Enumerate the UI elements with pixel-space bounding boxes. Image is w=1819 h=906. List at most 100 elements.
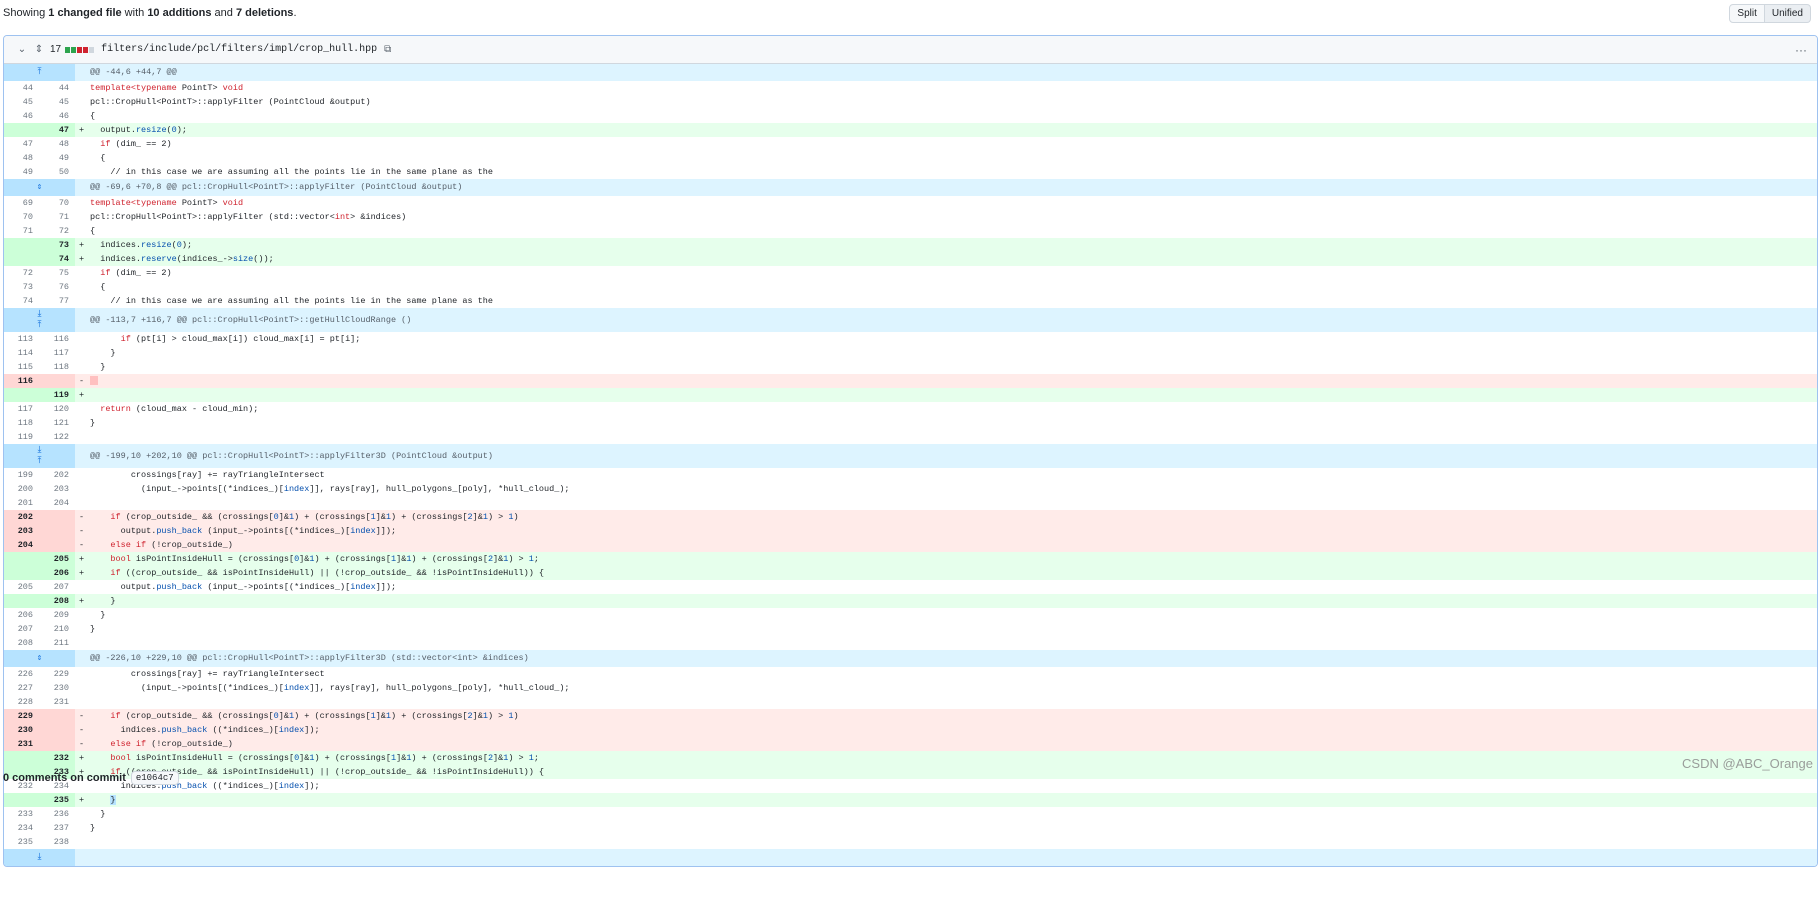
old-line-number[interactable]: 47 (4, 137, 39, 151)
expand-lines-button[interactable]: ⤒ (4, 64, 76, 81)
old-line-number[interactable]: 206 (4, 608, 39, 622)
new-line-number[interactable]: 46 (39, 109, 76, 123)
new-line-number[interactable]: 206 (39, 566, 76, 580)
old-line-number[interactable]: 48 (4, 151, 39, 165)
new-line-number[interactable]: 117 (39, 346, 76, 360)
new-line-number[interactable]: 210 (39, 622, 76, 636)
old-line-number[interactable]: 119 (4, 430, 39, 444)
expand-lines-button[interactable]: ⇕ (4, 650, 76, 667)
unified-button[interactable]: Unified (1764, 3, 1811, 23)
new-line-number[interactable]: 44 (39, 81, 76, 95)
old-line-number[interactable]: 229 (4, 709, 39, 723)
old-line-number[interactable]: 44 (4, 81, 39, 95)
old-line-number[interactable]: 118 (4, 416, 39, 430)
old-line-number[interactable]: 199 (4, 468, 39, 482)
expand-lines-button[interactable]: ⤓ ⤒ (4, 308, 76, 332)
old-line-number[interactable]: 227 (4, 681, 39, 695)
new-line-number[interactable]: 116 (39, 332, 76, 346)
old-line-number[interactable]: 203 (4, 524, 39, 538)
new-line-number[interactable] (39, 510, 76, 524)
new-line-number[interactable]: 209 (39, 608, 76, 622)
old-line-number[interactable] (4, 123, 39, 137)
old-line-number[interactable]: 114 (4, 346, 39, 360)
old-line-number[interactable]: 46 (4, 109, 39, 123)
expand-lines-button[interactable]: ⤓ ⤒ (4, 444, 76, 468)
chevron-down-icon[interactable]: ⌄ (14, 44, 30, 55)
old-line-number[interactable]: 228 (4, 695, 39, 709)
old-line-number[interactable] (4, 252, 39, 266)
old-line-number[interactable]: 116 (4, 374, 39, 388)
old-line-number[interactable]: 73 (4, 280, 39, 294)
old-line-number[interactable]: 231 (4, 737, 39, 751)
old-line-number[interactable]: 234 (4, 821, 39, 835)
old-line-number[interactable] (4, 793, 39, 807)
old-line-number[interactable]: 230 (4, 723, 39, 737)
file-path[interactable]: filters/include/pcl/filters/impl/crop_hu… (101, 44, 377, 55)
new-line-number[interactable]: 230 (39, 681, 76, 695)
old-line-number[interactable]: 117 (4, 402, 39, 416)
old-line-number[interactable]: 205 (4, 580, 39, 594)
new-line-number[interactable] (39, 524, 76, 538)
old-line-number[interactable]: 208 (4, 636, 39, 650)
new-line-number[interactable]: 76 (39, 280, 76, 294)
new-line-number[interactable]: 202 (39, 468, 76, 482)
new-line-number[interactable]: 70 (39, 196, 76, 210)
expand-lines-button[interactable]: ⇕ (4, 179, 76, 196)
new-line-number[interactable]: 118 (39, 360, 76, 374)
old-line-number[interactable]: 202 (4, 510, 39, 524)
new-line-number[interactable] (39, 723, 76, 737)
old-line-number[interactable]: 113 (4, 332, 39, 346)
new-line-number[interactable]: 120 (39, 402, 76, 416)
old-line-number[interactable] (4, 238, 39, 252)
old-line-number[interactable]: 204 (4, 538, 39, 552)
old-line-number[interactable] (4, 751, 39, 765)
old-line-number[interactable]: 235 (4, 835, 39, 849)
old-line-number[interactable]: 72 (4, 266, 39, 280)
new-line-number[interactable]: 238 (39, 835, 76, 849)
old-line-number[interactable]: 70 (4, 210, 39, 224)
new-line-number[interactable]: 211 (39, 636, 76, 650)
new-line-number[interactable]: 74 (39, 252, 76, 266)
new-line-number[interactable]: 49 (39, 151, 76, 165)
commit-sha[interactable]: e1064c7 (130, 771, 179, 785)
old-line-number[interactable]: 45 (4, 95, 39, 109)
new-line-number[interactable]: 119 (39, 388, 76, 402)
new-line-number[interactable]: 121 (39, 416, 76, 430)
split-button[interactable]: Split (1729, 3, 1765, 23)
old-line-number[interactable]: 233 (4, 807, 39, 821)
new-line-number[interactable]: 208 (39, 594, 76, 608)
new-line-number[interactable]: 72 (39, 224, 76, 238)
expand-lines-button[interactable]: ⤓ (4, 849, 76, 866)
old-line-number[interactable]: 74 (4, 294, 39, 308)
new-line-number[interactable]: 229 (39, 667, 76, 681)
new-line-number[interactable]: 48 (39, 137, 76, 151)
expand-icon[interactable]: ⇕ (32, 44, 46, 55)
new-line-number[interactable]: 77 (39, 294, 76, 308)
new-line-number[interactable]: 236 (39, 807, 76, 821)
old-line-number[interactable] (4, 594, 39, 608)
old-line-number[interactable]: 226 (4, 667, 39, 681)
new-line-number[interactable]: 50 (39, 165, 76, 179)
old-line-number[interactable] (4, 566, 39, 580)
old-line-number[interactable] (4, 388, 39, 402)
new-line-number[interactable] (39, 709, 76, 723)
new-line-number[interactable]: 45 (39, 95, 76, 109)
old-line-number[interactable] (4, 552, 39, 566)
new-line-number[interactable] (39, 538, 76, 552)
new-line-number[interactable]: 47 (39, 123, 76, 137)
new-line-number[interactable]: 203 (39, 482, 76, 496)
new-line-number[interactable]: 71 (39, 210, 76, 224)
new-line-number[interactable]: 207 (39, 580, 76, 594)
old-line-number[interactable]: 71 (4, 224, 39, 238)
new-line-number[interactable]: 73 (39, 238, 76, 252)
new-line-number[interactable]: 122 (39, 430, 76, 444)
old-line-number[interactable]: 200 (4, 482, 39, 496)
new-line-number[interactable]: 237 (39, 821, 76, 835)
more-options-button[interactable]: ··· (1795, 43, 1807, 57)
old-line-number[interactable]: 49 (4, 165, 39, 179)
new-line-number[interactable]: 205 (39, 552, 76, 566)
new-line-number[interactable]: 231 (39, 695, 76, 709)
new-line-number[interactable]: 235 (39, 793, 76, 807)
new-line-number[interactable] (39, 374, 76, 388)
old-line-number[interactable]: 69 (4, 196, 39, 210)
